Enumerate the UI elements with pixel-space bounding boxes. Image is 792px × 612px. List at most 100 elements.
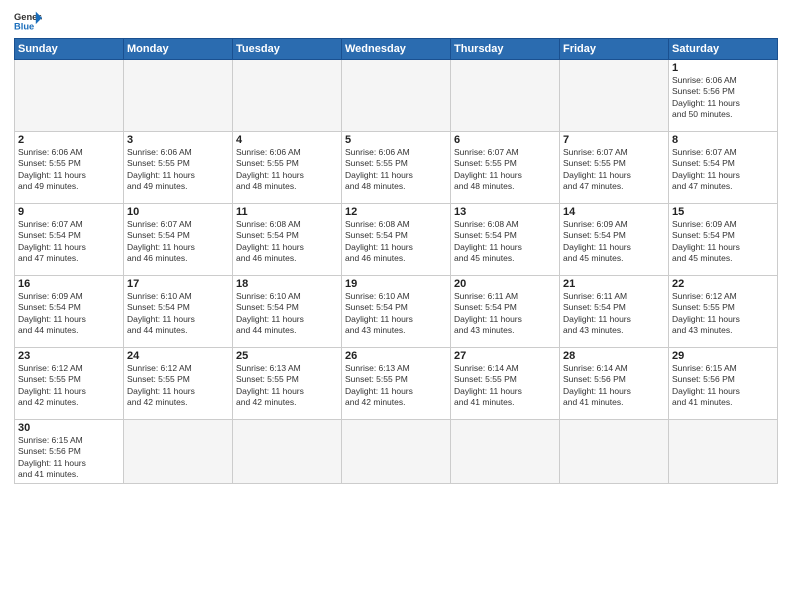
calendar-day-cell: 7Sunrise: 6:07 AM Sunset: 5:55 PM Daylig… (560, 132, 669, 204)
day-info: Sunrise: 6:12 AM Sunset: 5:55 PM Dayligh… (672, 291, 774, 337)
day-number: 4 (236, 134, 338, 146)
day-info: Sunrise: 6:08 AM Sunset: 5:54 PM Dayligh… (236, 219, 338, 265)
day-info: Sunrise: 6:09 AM Sunset: 5:54 PM Dayligh… (18, 291, 120, 337)
calendar-week-row: 23 Sunrise: 6:12 AM Sunset: 5:55 PM Dayli… (15, 348, 778, 420)
calendar-col-header: Wednesday (342, 39, 451, 60)
day-number: 16 (18, 278, 120, 290)
day-number: 25 (236, 350, 338, 362)
day-number: 6 (454, 134, 556, 146)
calendar-day-cell (560, 420, 669, 484)
calendar-day-cell (342, 420, 451, 484)
day-number: 26 (345, 350, 447, 362)
day-number: 1 (672, 62, 774, 74)
calendar-day-cell: 19Sunrise: 6:10 AM Sunset: 5:54 PM Dayli… (342, 276, 451, 348)
calendar-week-row: 9Sunrise: 6:07 AM Sunset: 5:54 PM Daylig… (15, 204, 778, 276)
day-number: 7 (563, 134, 665, 146)
day-info: Sunrise: 6:06 AM Sunset: 5:55 PM Dayligh… (345, 147, 447, 193)
day-number: 30 (18, 422, 120, 434)
calendar-week-row: 1Sunrise: 6:06 AM Sunset: 5:56 PM Daylig… (15, 60, 778, 132)
day-number: 13 (454, 206, 556, 218)
calendar-header-row: SundayMondayTuesdayWednesdayThursdayFrid… (15, 39, 778, 60)
calendar-day-cell (233, 420, 342, 484)
day-number: 18 (236, 278, 338, 290)
day-info: Sunrise: 6:06 AM Sunset: 5:55 PM Dayligh… (18, 147, 120, 193)
day-info: Sunrise: 6:10 AM Sunset: 5:54 PM Dayligh… (127, 291, 229, 337)
day-info: Sunrise: 6:11 AM Sunset: 5:54 PM Dayligh… (563, 291, 665, 337)
calendar-day-cell: 8Sunrise: 6:07 AM Sunset: 5:54 PM Daylig… (669, 132, 778, 204)
day-number: 23 (18, 350, 120, 362)
day-number: 20 (454, 278, 556, 290)
calendar-day-cell (560, 60, 669, 132)
calendar-day-cell: 22Sunrise: 6:12 AM Sunset: 5:55 PM Dayli… (669, 276, 778, 348)
calendar-col-header: Sunday (15, 39, 124, 60)
calendar-day-cell: 13Sunrise: 6:08 AM Sunset: 5:54 PM Dayli… (451, 204, 560, 276)
day-number: 15 (672, 206, 774, 218)
day-number: 9 (18, 206, 120, 218)
svg-text:Blue: Blue (14, 22, 34, 32)
day-info: Sunrise: 6:13 AM Sunset: 5:55 PM Dayligh… (236, 363, 338, 409)
calendar-day-cell: 28Sunrise: 6:14 AM Sunset: 5:56 PM Dayli… (560, 348, 669, 420)
day-info: Sunrise: 6:11 AM Sunset: 5:54 PM Dayligh… (454, 291, 556, 337)
day-number: 29 (672, 350, 774, 362)
calendar-day-cell (669, 420, 778, 484)
day-info: Sunrise: 6:14 AM Sunset: 5:55 PM Dayligh… (454, 363, 556, 409)
day-info: Sunrise: 6:06 AM Sunset: 5:55 PM Dayligh… (236, 147, 338, 193)
day-info: Sunrise: 6:10 AM Sunset: 5:54 PM Dayligh… (345, 291, 447, 337)
calendar-week-row: 16Sunrise: 6:09 AM Sunset: 5:54 PM Dayli… (15, 276, 778, 348)
calendar-day-cell: 30Sunrise: 6:15 AM Sunset: 5:56 PM Dayli… (15, 420, 124, 484)
day-info: Sunrise: 6:06 AM Sunset: 5:56 PM Dayligh… (672, 75, 774, 121)
calendar-col-header: Thursday (451, 39, 560, 60)
page: General Blue SundayMondayTuesdayWednesda… (0, 0, 792, 612)
day-info: Sunrise: 6:13 AM Sunset: 5:55 PM Dayligh… (345, 363, 447, 409)
day-info: Sunrise: 6:15 AM Sunset: 5:56 PM Dayligh… (18, 435, 120, 481)
day-number: 10 (127, 206, 229, 218)
calendar-day-cell: 23Sunrise: 6:12 AM Sunset: 5:55 PM Dayli… (15, 348, 124, 420)
day-number: 12 (345, 206, 447, 218)
calendar-day-cell (124, 60, 233, 132)
day-info: Sunrise: 6:12 AM Sunset: 5:55 PM Dayligh… (127, 363, 229, 409)
day-number: 27 (454, 350, 556, 362)
day-number: 28 (563, 350, 665, 362)
day-number: 14 (563, 206, 665, 218)
calendar-day-cell: 18Sunrise: 6:10 AM Sunset: 5:54 PM Dayli… (233, 276, 342, 348)
day-number: 2 (18, 134, 120, 146)
day-number: 21 (563, 278, 665, 290)
day-number: 3 (127, 134, 229, 146)
calendar-day-cell: 14Sunrise: 6:09 AM Sunset: 5:54 PM Dayli… (560, 204, 669, 276)
calendar-day-cell: 24Sunrise: 6:12 AM Sunset: 5:55 PM Dayli… (124, 348, 233, 420)
day-info: Sunrise: 6:08 AM Sunset: 5:54 PM Dayligh… (345, 219, 447, 265)
calendar-table: SundayMondayTuesdayWednesdayThursdayFrid… (14, 38, 778, 484)
day-info: Sunrise: 6:09 AM Sunset: 5:54 PM Dayligh… (672, 219, 774, 265)
day-info: Sunrise: 6:09 AM Sunset: 5:54 PM Dayligh… (563, 219, 665, 265)
day-info: Sunrise: 6:07 AM Sunset: 5:54 PM Dayligh… (127, 219, 229, 265)
day-number: 11 (236, 206, 338, 218)
day-number: 8 (672, 134, 774, 146)
calendar-day-cell (342, 60, 451, 132)
calendar-week-row: 30Sunrise: 6:15 AM Sunset: 5:56 PM Dayli… (15, 420, 778, 484)
calendar-day-cell: 12Sunrise: 6:08 AM Sunset: 5:54 PM Dayli… (342, 204, 451, 276)
calendar-day-cell: 10Sunrise: 6:07 AM Sunset: 5:54 PM Dayli… (124, 204, 233, 276)
calendar-day-cell: 16Sunrise: 6:09 AM Sunset: 5:54 PM Dayli… (15, 276, 124, 348)
header: General Blue (14, 10, 778, 32)
day-info: Sunrise: 6:07 AM Sunset: 5:55 PM Dayligh… (563, 147, 665, 193)
day-info: Sunrise: 6:10 AM Sunset: 5:54 PM Dayligh… (236, 291, 338, 337)
day-number: 17 (127, 278, 229, 290)
calendar-day-cell (233, 60, 342, 132)
day-number: 24 (127, 350, 229, 362)
calendar-day-cell: 9Sunrise: 6:07 AM Sunset: 5:54 PM Daylig… (15, 204, 124, 276)
calendar-day-cell: 26Sunrise: 6:13 AM Sunset: 5:55 PM Dayli… (342, 348, 451, 420)
calendar-day-cell: 4Sunrise: 6:06 AM Sunset: 5:55 PM Daylig… (233, 132, 342, 204)
day-number: 22 (672, 278, 774, 290)
calendar-day-cell (15, 60, 124, 132)
calendar-col-header: Saturday (669, 39, 778, 60)
calendar-day-cell: 25Sunrise: 6:13 AM Sunset: 5:55 PM Dayli… (233, 348, 342, 420)
calendar-day-cell: 17Sunrise: 6:10 AM Sunset: 5:54 PM Dayli… (124, 276, 233, 348)
calendar-day-cell: 20Sunrise: 6:11 AM Sunset: 5:54 PM Dayli… (451, 276, 560, 348)
calendar-col-header: Friday (560, 39, 669, 60)
day-number: 19 (345, 278, 447, 290)
day-info: Sunrise: 6:07 AM Sunset: 5:54 PM Dayligh… (18, 219, 120, 265)
calendar-day-cell (451, 60, 560, 132)
calendar-col-header: Monday (124, 39, 233, 60)
day-info: Sunrise: 6:07 AM Sunset: 5:54 PM Dayligh… (672, 147, 774, 193)
day-info: Sunrise: 6:15 AM Sunset: 5:56 PM Dayligh… (672, 363, 774, 409)
